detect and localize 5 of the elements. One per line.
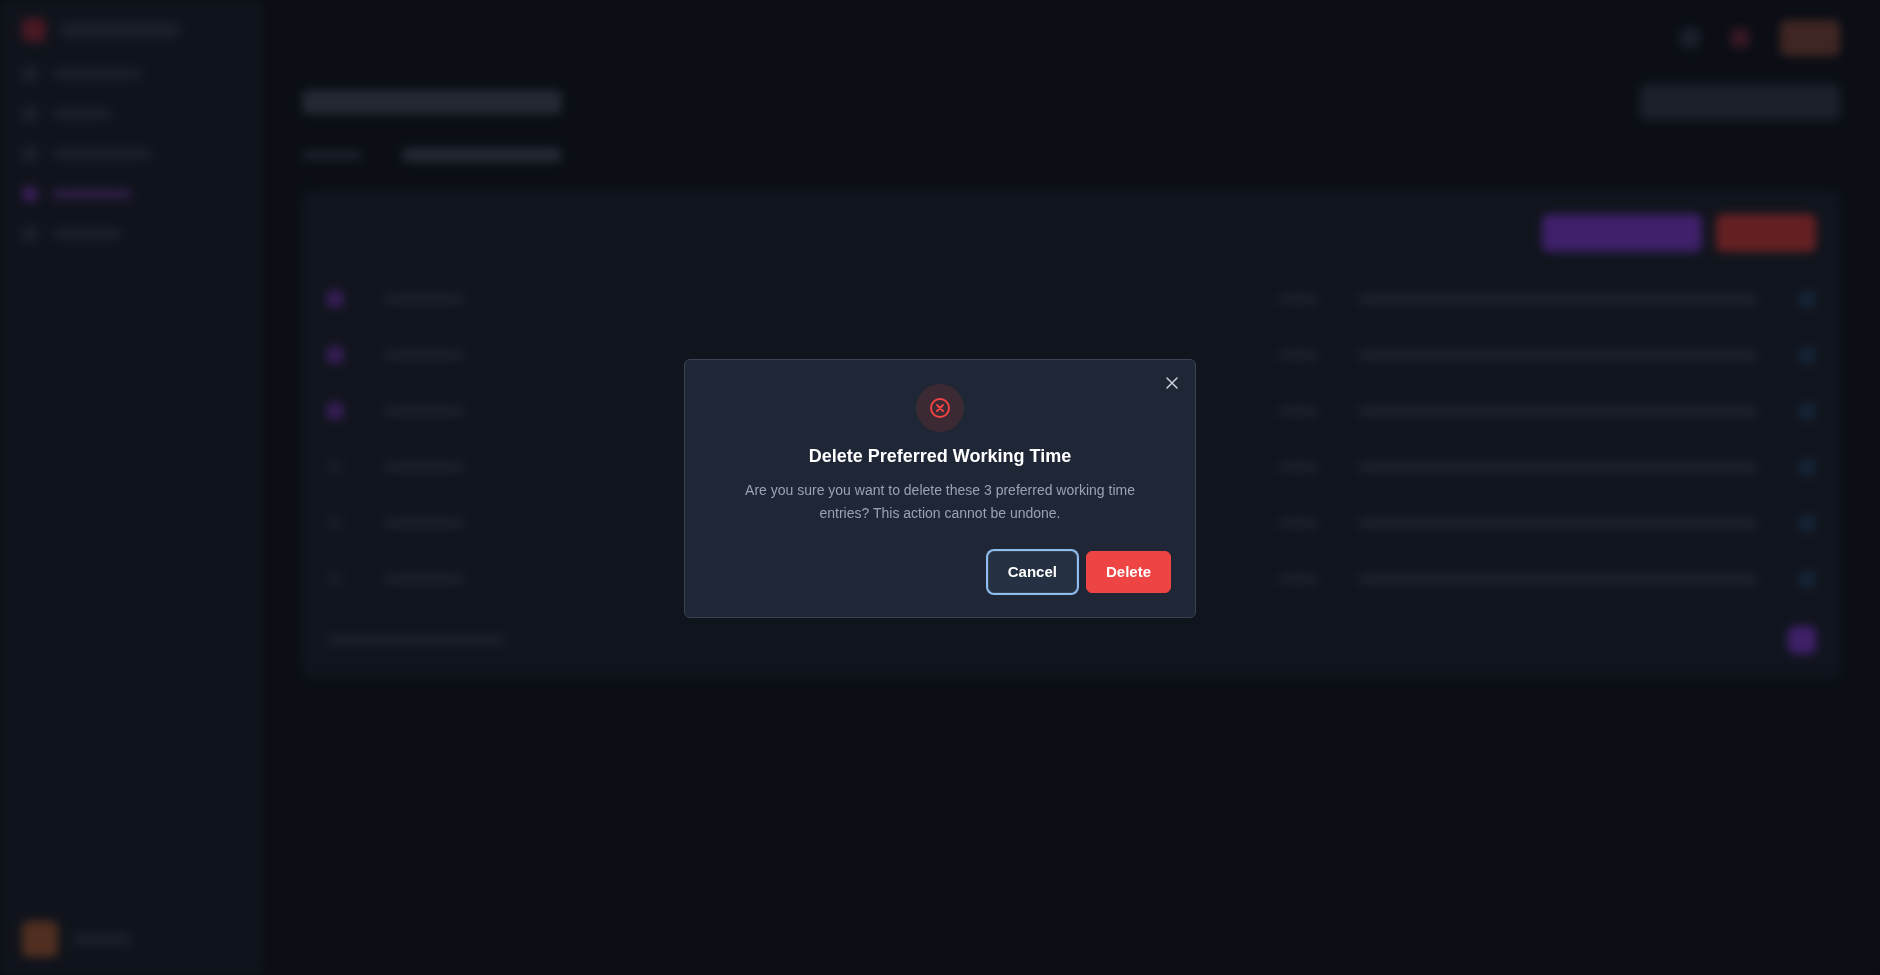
dialog-message: Are you sure you want to delete these 3 preferred working time entries? This action cannot be undone. xyxy=(744,480,1136,523)
delete-button[interactable]: Delete xyxy=(1085,550,1171,593)
error-icon xyxy=(916,383,964,432)
cancel-button[interactable]: Cancel xyxy=(987,550,1077,593)
dialog-title: Delete Preferred Working Time xyxy=(808,445,1072,467)
